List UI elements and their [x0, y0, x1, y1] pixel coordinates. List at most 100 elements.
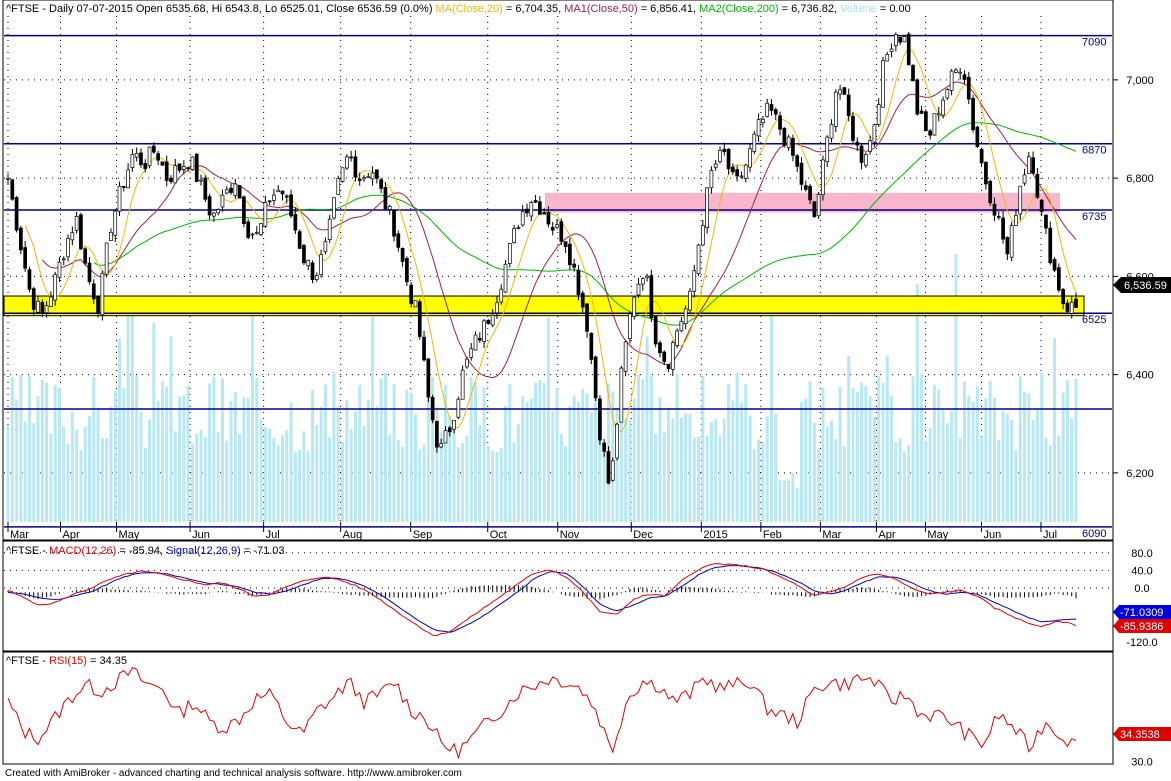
candle-body — [297, 231, 302, 249]
candle-body — [598, 398, 602, 441]
volume-bar — [456, 447, 460, 522]
price-tick-label: 6,400 — [1126, 370, 1154, 382]
volume-bar — [57, 387, 61, 522]
candle-body — [53, 274, 58, 301]
volume-bar — [932, 384, 936, 522]
macd-tick-label: 0.0 — [1134, 583, 1149, 595]
candle-body — [10, 179, 15, 200]
candle-body — [426, 358, 431, 398]
volume-bar — [988, 380, 992, 522]
volume-bar — [662, 431, 666, 522]
candle-body — [61, 258, 66, 261]
volume-bar — [298, 449, 302, 522]
month-label: Apr — [878, 529, 895, 541]
volume-bar — [482, 387, 486, 522]
volume-bar — [521, 396, 525, 522]
svg-text:6,536.59: 6,536.59 — [1124, 280, 1167, 292]
macd-tick-label: -120.0 — [1126, 637, 1157, 649]
volume-bar — [920, 373, 924, 522]
candle-body — [936, 113, 941, 116]
volume-bar — [765, 416, 769, 522]
macd-tick-label: 80.0 — [1131, 548, 1152, 560]
volume-bar — [1074, 378, 1078, 522]
volume-bar — [126, 308, 130, 522]
candle-body — [739, 175, 744, 178]
volume-bar — [855, 391, 859, 522]
candle-body — [156, 153, 160, 161]
volume-bar — [709, 421, 713, 522]
volume-bar — [941, 409, 945, 522]
month-label: Nov — [560, 529, 580, 541]
candle-body — [469, 348, 474, 358]
candle-body — [945, 89, 950, 99]
candle-body — [954, 69, 958, 73]
level-label: 6870 — [1082, 145, 1106, 157]
candle-body — [302, 245, 306, 264]
volume-bar — [281, 435, 285, 522]
candle-body — [851, 115, 855, 141]
volume-bar — [212, 377, 216, 522]
candle-body — [546, 211, 551, 225]
candle-body — [696, 244, 701, 274]
candle-body — [649, 275, 654, 319]
candle-body — [610, 460, 615, 481]
volume-bar — [628, 419, 632, 522]
volume-bar — [705, 435, 709, 522]
candle-body — [263, 202, 268, 227]
candle-body — [254, 232, 259, 234]
candle-body — [375, 169, 379, 179]
candle-body — [220, 194, 225, 208]
volume-bar — [1040, 372, 1044, 522]
candle-body — [988, 181, 993, 204]
candle-body — [949, 70, 954, 91]
candle-body — [700, 225, 705, 246]
candle-body — [692, 270, 697, 292]
volume-bar — [148, 419, 152, 522]
candle-body — [366, 176, 371, 179]
candle-body — [121, 186, 126, 188]
volume-bar — [915, 284, 919, 522]
volume-bar — [877, 376, 881, 522]
candle-body — [70, 232, 75, 241]
candle-body — [1044, 214, 1048, 229]
volume-bar — [122, 387, 126, 522]
candle-body — [529, 202, 534, 217]
candle-body — [675, 330, 679, 346]
volume-bar — [718, 435, 722, 522]
candle-body — [683, 308, 688, 325]
level-label: 6735 — [1082, 211, 1106, 223]
candle-body — [1026, 156, 1031, 174]
candle-body — [876, 104, 881, 125]
volume-bar — [585, 393, 589, 522]
volume-bar — [739, 402, 743, 522]
volume-bar — [289, 402, 293, 522]
volume-bar — [748, 415, 752, 522]
candle-body — [224, 189, 229, 194]
candle-body — [580, 292, 585, 308]
volume-bar — [225, 440, 229, 522]
volume-bar — [1061, 392, 1065, 522]
volume-bar — [1053, 338, 1057, 522]
volume-bar — [594, 390, 598, 522]
month-label: Feb — [763, 529, 782, 541]
candle-body — [829, 123, 834, 139]
volume-bar — [701, 375, 705, 522]
svg-text:34.3538: 34.3538 — [1120, 729, 1160, 741]
level-label: 6090 — [1082, 528, 1106, 540]
candle-body — [748, 148, 752, 168]
volume-bar — [216, 432, 220, 522]
volume-bar — [83, 426, 87, 522]
candle-body — [216, 209, 221, 214]
candle-body — [439, 443, 444, 448]
volume-bar — [186, 385, 190, 522]
volume-bar — [130, 307, 134, 522]
volume-bar — [293, 451, 297, 522]
candle-body — [568, 243, 572, 266]
candle-body — [906, 33, 911, 66]
candle-body — [456, 398, 461, 418]
candle-body — [623, 341, 628, 372]
volume-bar — [812, 422, 816, 522]
volume-bar — [353, 411, 357, 522]
ma20-legend: MA(Close,20) — [436, 3, 503, 15]
signal-value-tag: -71.0309 — [1113, 605, 1171, 619]
